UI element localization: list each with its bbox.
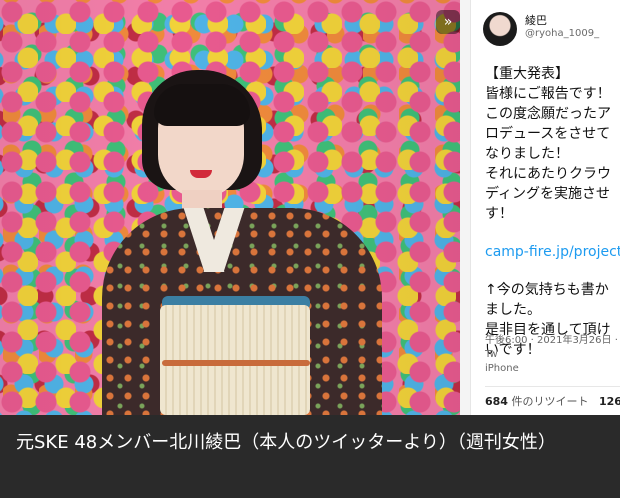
- image-caption: 元SKE 48メンバー北川綾巴（本人のツイッターより）（週刊女性）: [0, 415, 620, 498]
- likes-count[interactable]: 126: [599, 395, 620, 408]
- tweet-line-spacer: [485, 224, 620, 242]
- tweet-user-name: 綾巴: [525, 14, 547, 27]
- tweet-link[interactable]: camp-fire.jp/projects: [485, 242, 620, 262]
- caption-text: 元SKE 48メンバー北川綾巴（本人のツイッターより）（週刊女性）: [16, 432, 556, 453]
- avatar: [483, 12, 517, 46]
- tweet-line: 【重大発表】: [485, 66, 569, 82]
- tweet-stats: 684 件のリツイート 126 件: [485, 386, 620, 413]
- tweet-line: この度念願だったア: [485, 106, 611, 122]
- tweet-meta: 午後6:00 · 2021年3月26日 · Tw iPhone: [485, 334, 620, 376]
- tweet-line: それにあたりクラウ: [485, 166, 611, 182]
- composite-photo: » 綾巴 @ryoha_1009_ 【重大発表】 皆様にご報告です！ この度念願…: [0, 0, 620, 415]
- tweet-body: 【重大発表】 皆様にご報告です！ この度念願だったア ロデュースをさせて なりま…: [485, 64, 620, 360]
- next-arrow-glyph: »: [443, 14, 453, 30]
- next-arrow-icon[interactable]: »: [436, 10, 460, 34]
- image-card: » 綾巴 @ryoha_1009_ 【重大発表】 皆様にご報告です！ この度念願…: [0, 0, 620, 498]
- tweet-user-handle: @ryoha_1009_: [525, 28, 600, 39]
- tweet-source: iPhone: [485, 363, 519, 374]
- tweet-line: す！: [485, 206, 513, 222]
- tweet-header: 綾巴 @ryoha_1009_: [483, 10, 620, 50]
- tweet-line: ディングを実施させ: [485, 186, 611, 202]
- obijime-cord: [162, 360, 310, 366]
- tweet-line: なりました！: [485, 146, 569, 162]
- tweet-line-spacer: [485, 262, 620, 280]
- tweet-screenshot: 綾巴 @ryoha_1009_ 【重大発表】 皆様にご報告です！ この度念願だっ…: [470, 0, 620, 415]
- retweets-count[interactable]: 684: [485, 395, 508, 408]
- kimono-photo: [0, 0, 460, 415]
- retweets-label: 件のリツイート: [511, 395, 589, 408]
- tweet-line: ました。: [485, 302, 541, 318]
- tweet-line: ↑今の気持ちも書か: [485, 282, 609, 298]
- tweet-timestamp: 午後6:00 · 2021年3月26日 · Tw: [485, 335, 618, 360]
- tweet-line: ロデュースをさせて: [485, 126, 611, 142]
- woman-in-kimono-figure: [102, 70, 382, 415]
- bangs-shape: [154, 84, 250, 126]
- tweet-line: 皆様にご報告です！: [485, 86, 611, 102]
